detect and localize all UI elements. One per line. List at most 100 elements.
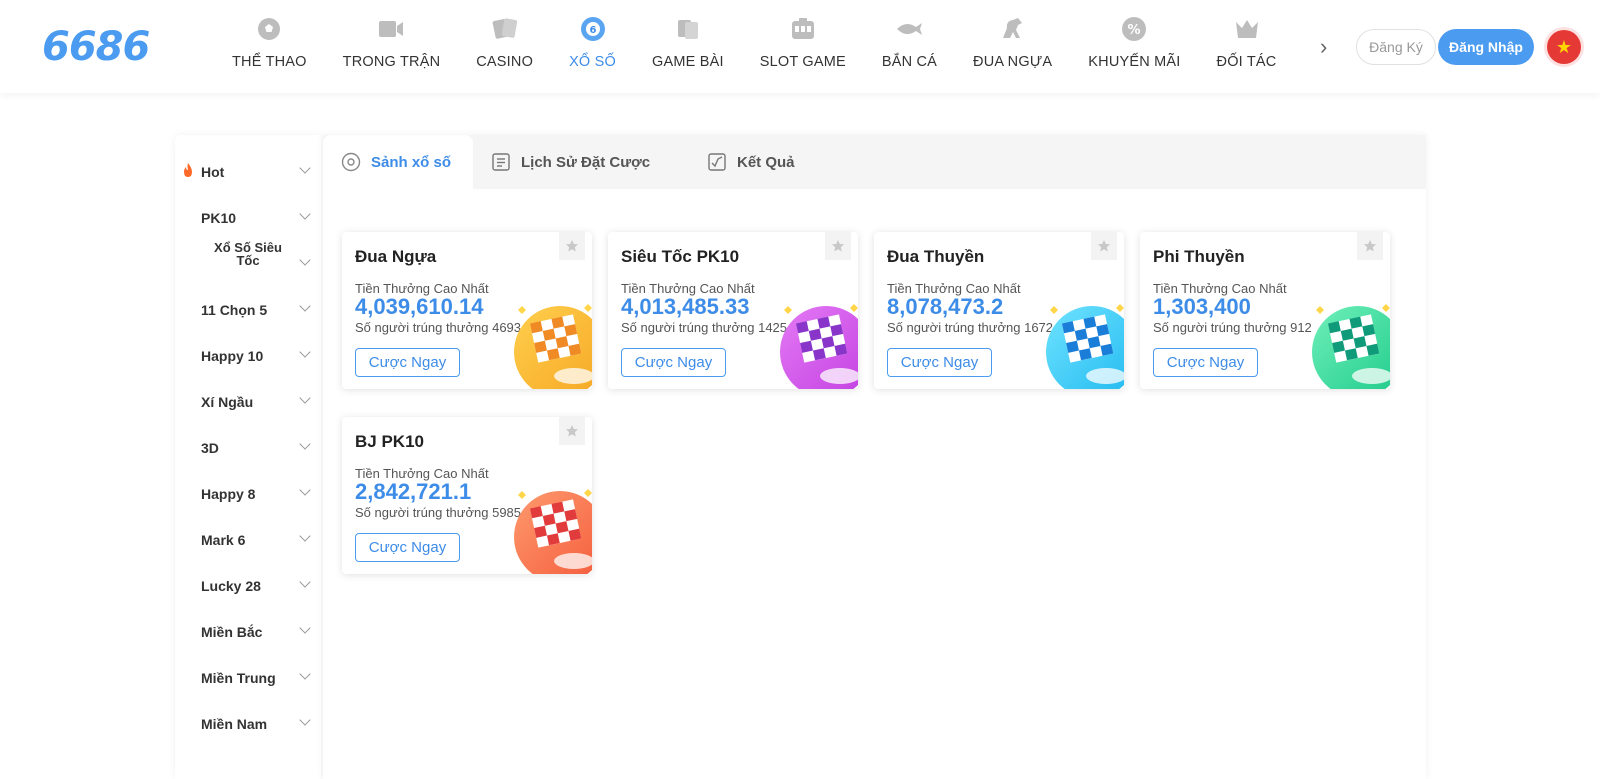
nav-item-8[interactable]: % KHUYẾN MÃI [1070,10,1198,80]
lottery-hall-icon [341,152,361,172]
chevron-down-icon [299,530,311,542]
card-title: Đua Thuyền [887,247,985,266]
sidebar-item-8[interactable]: Mark 6 [175,521,321,557]
card-jackpot-amount: 4,039,610.14 [355,294,484,319]
fire-icon [182,163,194,177]
nav-label: XỔ SỐ [569,54,616,70]
favorite-star-icon[interactable] [1357,232,1383,260]
favorite-star-icon[interactable] [825,232,851,260]
nav-label: SLOT GAME [759,54,846,70]
chevron-down-icon [299,484,311,496]
sidebar-item-label: Miền Nam [201,716,268,732]
nav-item-4[interactable]: GAME BÀI [634,10,742,80]
checkered-flag-icon [780,304,858,389]
fish-icon [894,14,924,44]
game-card[interactable]: Siêu Tốc PK10 Tiền Thưởng Cao Nhất 4,013,4… [608,232,858,389]
results-chart-icon [707,152,727,172]
checkered-flag-icon [514,304,592,389]
checkered-flag-icon [1312,304,1390,389]
top-header: 6686 THỂ THAO TRONG TRẬN CASINO 6 XỔ SỐ GAME … [0,0,1600,93]
card-jackpot-amount: 1,303,400 [1153,294,1251,319]
tab-bar: Sảnh xổ số Lịch Sử Đặt Cược Kết Quả [323,135,1426,189]
nav-item-1[interactable]: TRONG TRẬN [325,10,459,80]
bet-now-button[interactable]: Cược Ngay [887,348,992,377]
bet-now-button[interactable]: Cược Ngay [355,533,460,562]
playing-cards-icon [490,14,520,44]
sidebar-item-label: Happy 8 [201,486,256,502]
main-nav: THỂ THAO TRONG TRẬN CASINO 6 XỔ SỐ GAME BÀI SL… [214,10,1310,80]
sidebar-item-5[interactable]: Xí Ngầu [175,383,321,419]
soccer-ball-icon [254,14,284,44]
chevron-down-icon [299,162,311,174]
nav-item-0[interactable]: THỂ THAO [214,10,325,80]
content-container: Hot PK10 Xổ Số Siêu Tốc 11 Chọn 5 Happy 10 Xí… [175,135,1426,779]
nav-next-arrow-icon[interactable]: › [1320,34,1327,60]
nav-label: THỂ THAO [232,54,307,70]
site-logo[interactable]: 6686 [42,24,150,70]
lottery-ball-icon: 6 [578,14,608,44]
slot-machine-icon [788,14,818,44]
bet-now-button[interactable]: Cược Ngay [1153,348,1258,377]
nav-item-2[interactable]: CASINO [458,10,551,80]
sidebar-item-label: Miền Bắc [201,624,263,640]
sidebar-item-label: Xổ Số Siêu Tốc [214,240,282,268]
game-card[interactable]: Đua Thuyền Tiền Thưởng Cao Nhất 8,078,473.… [874,232,1124,389]
card-winners-count: Số người trúng thưởng 1672 [887,320,1054,335]
sidebar-item-label: 3D [201,440,219,456]
horse-icon [998,14,1028,44]
chevron-down-icon [299,300,311,312]
video-camera-icon [376,14,406,44]
sidebar-item-6[interactable]: 3D [175,429,321,465]
card-winners-count: Số người trúng thưởng 4693 [355,320,522,335]
card-game-icon [673,14,703,44]
tab-0[interactable]: Sảnh xổ số [323,135,474,189]
sidebar-item-12[interactable]: Miền Nam [175,705,321,741]
language-flag-icon[interactable]: ★ [1547,30,1581,64]
lottery-main-panel: Sảnh xổ số Lịch Sử Đặt Cược Kết Quả Đua Ng… [323,135,1426,779]
tab-label: Sảnh xổ số [371,153,452,171]
sidebar-item-10[interactable]: Miền Bắc [175,613,321,649]
nav-item-7[interactable]: ĐUA NGỰA [955,10,1070,80]
register-button[interactable]: Đăng Ký [1356,29,1436,65]
sidebar-item-label: Hot [201,164,225,180]
chevron-down-icon [299,346,311,358]
favorite-star-icon[interactable] [1091,232,1117,260]
login-button[interactable]: Đăng Nhập [1438,29,1534,65]
tab-1[interactable]: Lịch Sử Đặt Cược [491,135,650,189]
card-title: Phi Thuyền [1153,247,1245,266]
chevron-down-icon [299,576,311,588]
bet-now-button[interactable]: Cược Ngay [621,348,726,377]
sidebar-item-11[interactable]: Miền Trung [175,659,321,695]
chevron-down-icon [299,668,311,680]
nav-label: TRONG TRẬN [342,54,441,70]
tab-2[interactable]: Kết Quả [707,135,795,189]
game-card[interactable]: BJ PK10 Tiền Thưởng Cao Nhất 2,842,721.1 Số… [342,417,592,574]
sidebar-item-label: 11 Chọn 5 [201,302,268,318]
sidebar-item-7[interactable]: Happy 8 [175,475,321,511]
chevron-down-icon [299,714,311,726]
sidebar-item-1[interactable]: PK10 [175,199,321,235]
sidebar-item-4[interactable]: Happy 10 [175,337,321,373]
game-card[interactable]: Phi Thuyền Tiền Thưởng Cao Nhất 1,303,400 S… [1140,232,1390,389]
nav-label: ĐỐI TÁC [1216,54,1277,70]
sidebar-item-3[interactable]: 11 Chọn 5 [175,291,321,327]
tab-label: Kết Quả [737,153,795,171]
favorite-star-icon[interactable] [559,417,585,445]
card-winners-count: Số người trúng thưởng 1425 [621,320,788,335]
sidebar-item-0[interactable]: Hot [175,153,321,189]
chevron-down-icon [299,392,311,404]
chevron-down-icon [299,438,311,450]
nav-item-9[interactable]: ĐỐI TÁC [1199,10,1295,80]
favorite-star-icon[interactable] [559,232,585,260]
sidebar-item-9[interactable]: Lucky 28 [175,567,321,603]
game-card[interactable]: Đua Ngựa Tiền Thưởng Cao Nhất 4,039,610.14… [342,232,592,389]
nav-item-3[interactable]: 6 XỔ SỐ [551,10,634,80]
sidebar-item-2[interactable]: Xổ Số Siêu Tốc [175,241,321,281]
nav-item-6[interactable]: BẮN CÁ [864,10,955,80]
sidebar-item-label: Mark 6 [201,532,246,548]
nav-item-5[interactable]: SLOT GAME [742,10,864,80]
bet-now-button[interactable]: Cược Ngay [355,348,460,377]
nav-item-10[interactable]: H [1294,10,1310,80]
percent-badge-icon: % [1119,14,1149,44]
sidebar-item-label: PK10 [201,210,237,226]
